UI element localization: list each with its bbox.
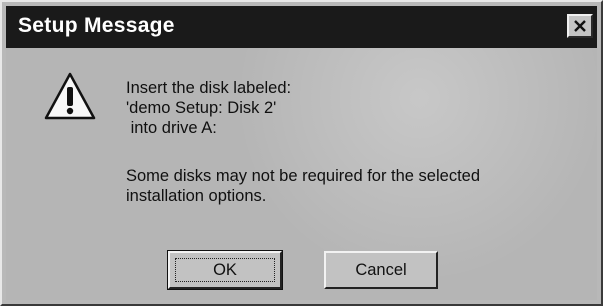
message-line: Insert the disk labeled: <box>126 79 292 97</box>
dialog-body: Insert the disk labeled: 'demo Setup: Di… <box>6 48 597 300</box>
close-button[interactable] <box>567 14 593 38</box>
warning-icon <box>44 72 96 120</box>
window-title: Setup Message <box>18 14 175 37</box>
message-line: 'demo Setup: Disk 2' <box>126 99 277 117</box>
message-text: Insert the disk labeled: 'demo Setup: Di… <box>126 78 480 206</box>
cancel-button-label: Cancel <box>355 260 407 279</box>
message-line: installation options. <box>126 187 267 205</box>
focus-rectangle <box>175 258 275 282</box>
ok-button[interactable]: OK <box>167 250 283 290</box>
cancel-button[interactable]: Cancel <box>324 251 438 289</box>
message-line: into drive A: <box>126 119 217 137</box>
setup-message-dialog: Setup Message Insert the disk labeled: '… <box>0 0 603 306</box>
close-icon <box>574 20 586 32</box>
title-bar[interactable]: Setup Message <box>6 6 597 48</box>
message-line: Some disks may not be required for the s… <box>126 167 481 185</box>
